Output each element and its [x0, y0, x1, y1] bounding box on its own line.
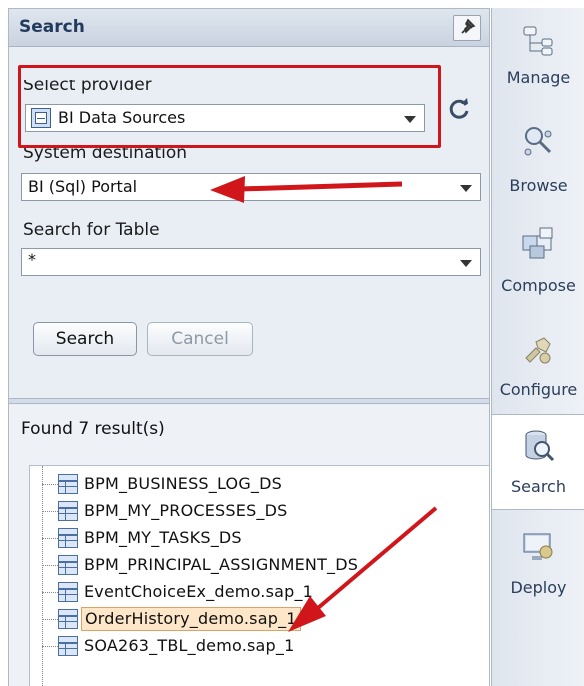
list-item[interactable]: SOA263_TBL_demo.sap_1: [30, 634, 490, 658]
pin-icon: [461, 18, 476, 34]
sidebar-item-configure[interactable]: Configure: [492, 318, 584, 414]
manage-icon: [523, 26, 553, 56]
list-item[interactable]: BPM_PRINCIPAL_ASSIGNMENT_DS: [30, 553, 490, 577]
search-table-input[interactable]: *: [21, 248, 481, 276]
sidebar-item-label: Search: [511, 477, 566, 496]
table-icon: [58, 582, 78, 602]
list-item-label: BPM_MY_TASKS_DS: [84, 528, 242, 547]
sidebar-item-compose[interactable]: Compose: [492, 214, 584, 310]
chevron-down-icon: [460, 185, 472, 192]
list-item-label: EventChoiceEx_demo.sap_1: [84, 582, 314, 601]
panel-header: Search: [9, 9, 489, 47]
search-db-icon: [525, 430, 555, 462]
list-item[interactable]: BPM_MY_TASKS_DS: [30, 526, 490, 550]
configure-icon: [525, 337, 551, 364]
cancel-button[interactable]: Cancel: [147, 322, 253, 356]
table-icon: [58, 501, 78, 521]
refresh-icon[interactable]: [446, 96, 472, 122]
chevron-down-icon: [460, 260, 472, 267]
table-icon: [58, 474, 78, 494]
table-icon: [58, 636, 78, 656]
sidebar-item-search[interactable]: Search: [492, 414, 584, 510]
results-count-label: Found 7 result(s): [21, 419, 165, 439]
list-item-label: OrderHistory_demo.sap_1: [81, 607, 301, 631]
results-tree: BPM_BUSINESS_LOG_DS BPM_MY_PROCESSES_DS …: [29, 465, 489, 686]
deploy-icon: [523, 533, 553, 560]
results-area: Found 7 result(s) BPM_BUSINESS_LOG_DS BP…: [9, 405, 489, 686]
list-item-label: BPM_MY_PROCESSES_DS: [84, 501, 288, 520]
list-item-selected[interactable]: OrderHistory_demo.sap_1: [30, 607, 490, 631]
pin-button[interactable]: [453, 15, 481, 41]
sidebar-item-label: Browse: [509, 176, 568, 195]
sidebar-item-deploy[interactable]: Deploy: [492, 516, 584, 612]
list-item-label: BPM_PRINCIPAL_ASSIGNMENT_DS: [84, 555, 359, 574]
list-item[interactable]: EventChoiceEx_demo.sap_1: [30, 580, 490, 604]
perspective-sidebar: Manage Browse Compose Configure Search D…: [491, 8, 584, 686]
sidebar-item-label: Configure: [499, 380, 578, 399]
compose-icon: [522, 227, 553, 259]
system-destination-value: BI (Sql) Portal: [28, 177, 138, 196]
list-item[interactable]: BPM_MY_PROCESSES_DS: [30, 499, 490, 523]
panel-title: Search: [19, 17, 85, 37]
list-item-label: BPM_BUSINESS_LOG_DS: [84, 474, 282, 493]
sidebar-item-manage[interactable]: Manage: [492, 8, 584, 104]
sidebar-item-label: Manage: [506, 68, 571, 87]
sidebar-item-label: Compose: [501, 276, 576, 295]
table-icon: [58, 528, 78, 548]
sidebar-item-browse[interactable]: Browse: [492, 108, 584, 204]
search-table-label: Search for Table: [23, 220, 160, 240]
annotation-highlight-box: [18, 65, 441, 148]
search-button[interactable]: Search: [33, 322, 137, 356]
system-destination-select[interactable]: BI (Sql) Portal: [21, 173, 481, 201]
list-item-label: SOA263_TBL_demo.sap_1: [84, 636, 295, 655]
table-icon: [58, 555, 78, 575]
sidebar-item-label: Deploy: [510, 578, 567, 597]
table-icon: [58, 609, 78, 629]
search-table-value: *: [28, 250, 36, 269]
list-item[interactable]: BPM_BUSINESS_LOG_DS: [30, 472, 490, 496]
browse-icon: [524, 127, 552, 156]
panel-divider[interactable]: [9, 398, 489, 404]
